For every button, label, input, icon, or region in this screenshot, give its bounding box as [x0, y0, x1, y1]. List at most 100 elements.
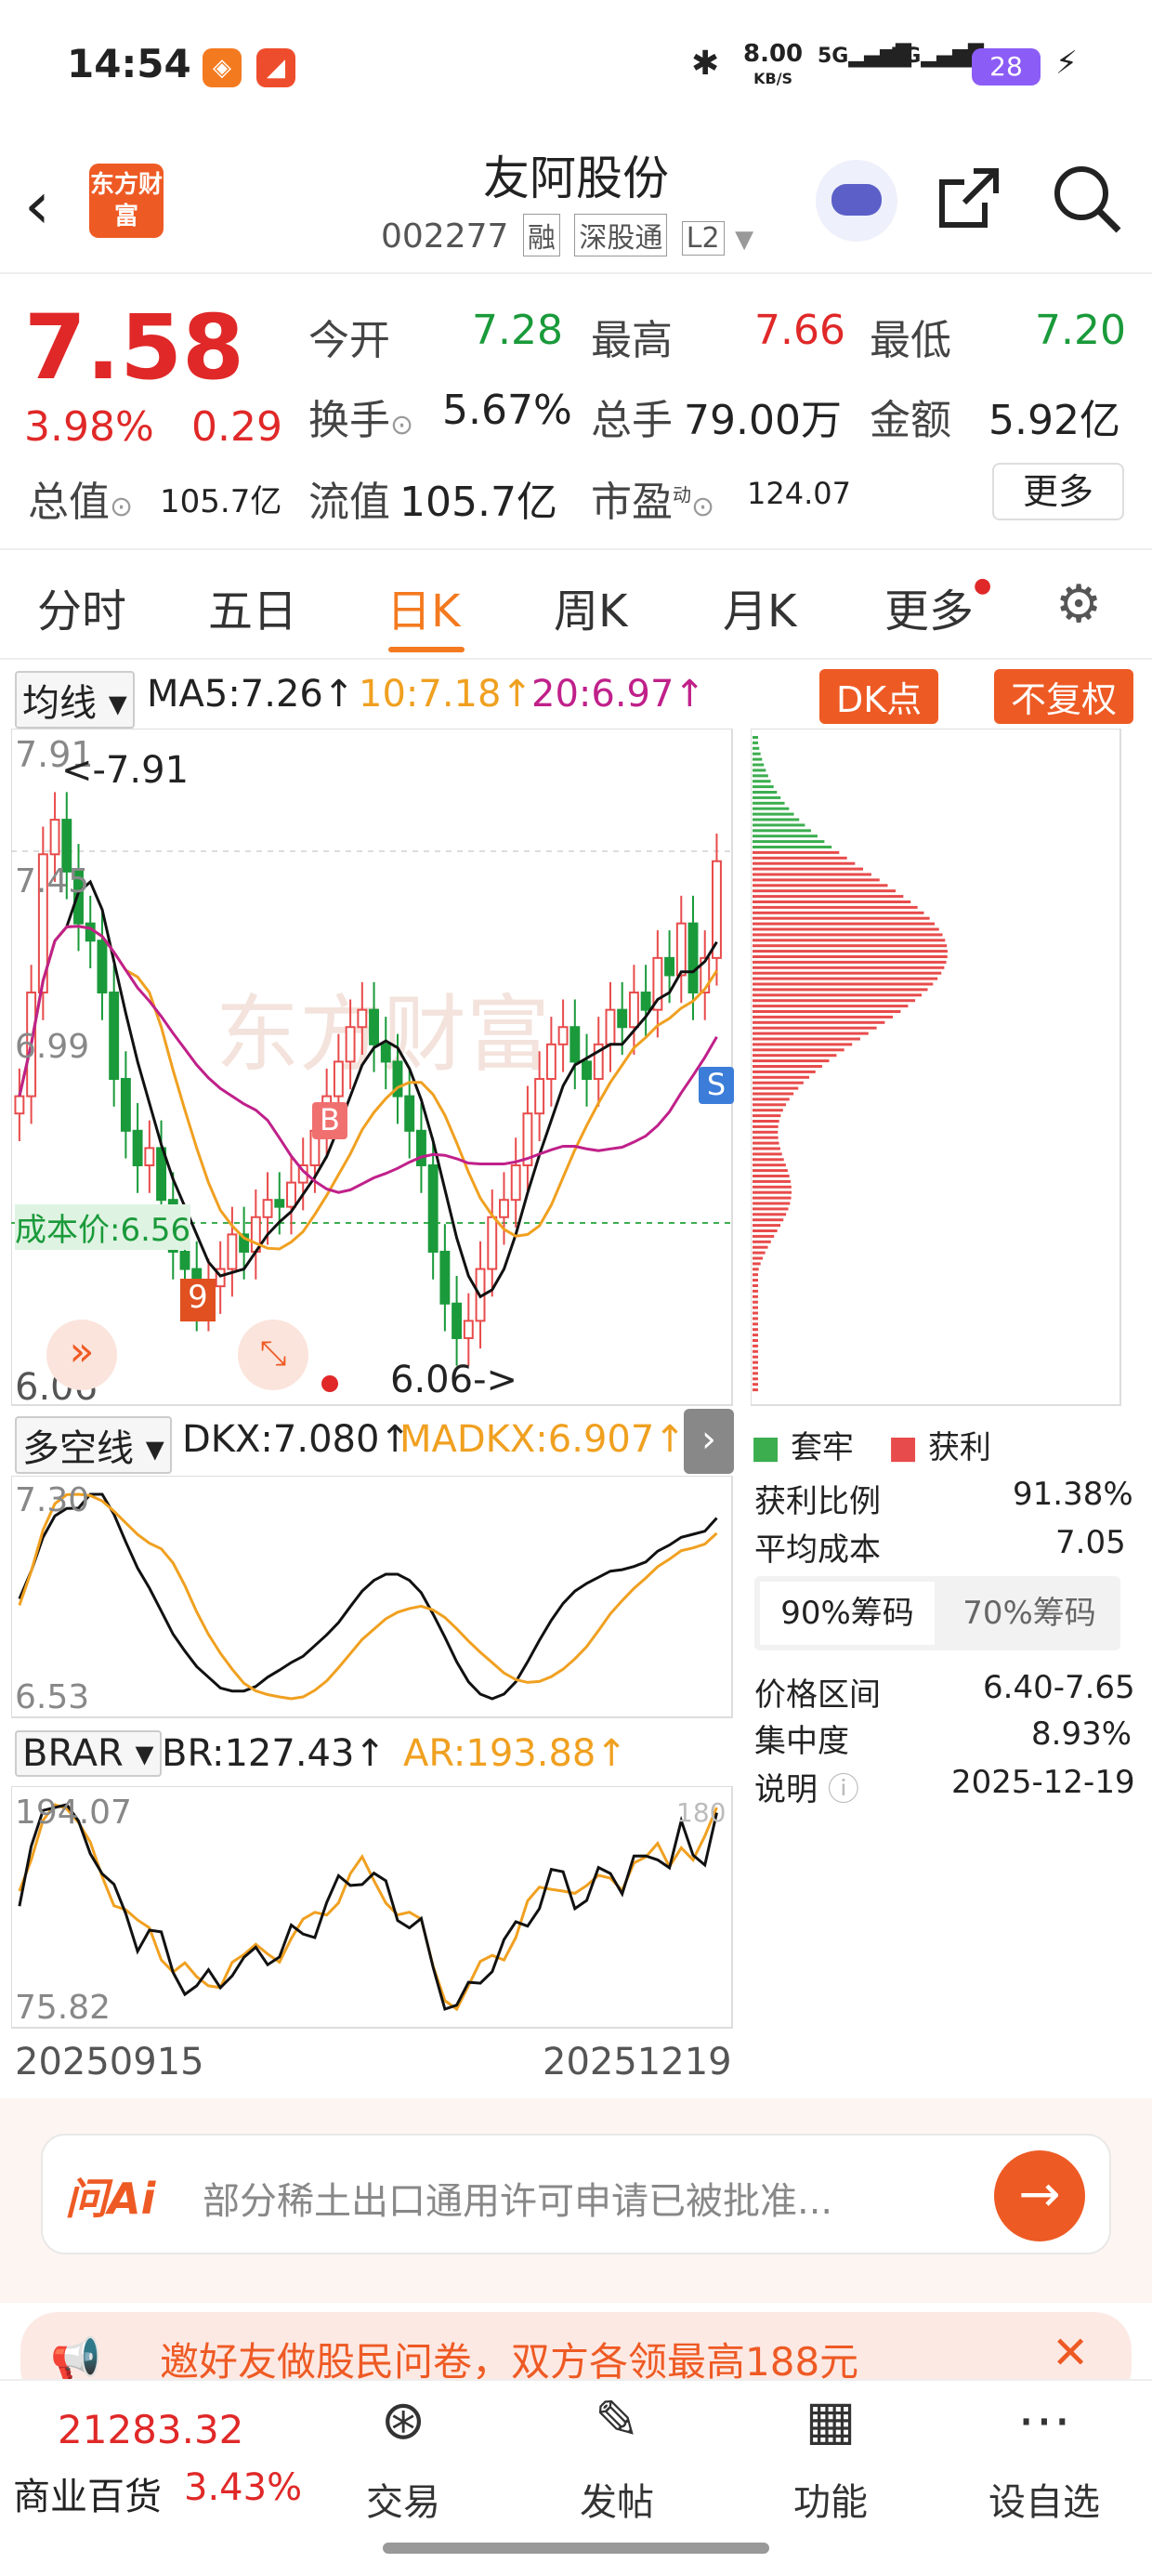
chip-bar: [753, 1169, 788, 1173]
avg-cost-label: 平均成本: [754, 1531, 881, 1569]
nav-watchlist[interactable]: 设自选: [951, 2472, 1137, 2526]
dkx-selector[interactable]: 多空线 ▾: [15, 1416, 172, 1474]
chip-bar: [753, 1054, 837, 1058]
chevron-right-icon[interactable]: ›: [684, 1409, 734, 1474]
chip-bar: [753, 1141, 779, 1145]
index-name[interactable]: 商业百货: [13, 2466, 162, 2520]
chip-bar: [753, 769, 766, 772]
settings-gear-icon[interactable]: ⚙: [1055, 574, 1102, 635]
dkx-value: DKX:7.080↑: [182, 1418, 411, 1461]
profit-ratio-label: 获利比例: [754, 1483, 881, 1520]
candle-body: [415, 1129, 426, 1166]
chip-bar: [753, 850, 840, 854]
chip-bar: [753, 1300, 758, 1304]
tab-chip-70[interactable]: 70%筹码: [942, 1582, 1117, 1645]
mktcap-label: 总值⊙: [28, 479, 134, 526]
tab-more[interactable]: 更多●: [884, 574, 991, 639]
nav-post[interactable]: 发帖: [524, 2472, 710, 2526]
fullscreen-icon[interactable]: ⤡: [238, 1320, 308, 1390]
candle-body: [380, 1043, 391, 1063]
close-icon[interactable]: ✕: [1052, 2327, 1089, 2379]
index-value[interactable]: 21283.32: [58, 2407, 243, 2452]
tab-chip-90[interactable]: 90%筹码: [760, 1582, 935, 1645]
chip-bar: [753, 1026, 877, 1030]
chip-bar: [753, 752, 761, 756]
expand-left-icon[interactable]: »: [46, 1320, 117, 1390]
chip-bar: [753, 1075, 810, 1079]
back-icon[interactable]: ‹: [24, 167, 50, 243]
chip-bar: [753, 960, 947, 964]
ma-selector[interactable]: 均线 ▾: [15, 671, 135, 729]
candle-body: [333, 1060, 344, 1097]
chip-bar: [753, 1256, 763, 1260]
dk-point-button[interactable]: DK点: [819, 669, 939, 724]
chip-bar: [753, 1360, 758, 1364]
concentration-label: 集中度: [754, 1723, 849, 1760]
chip-bar: [753, 829, 811, 833]
cost-price-label: 成本价:6.56: [15, 1204, 191, 1250]
nav-trade[interactable]: 交易: [310, 2472, 496, 2526]
chip-bar: [753, 1032, 869, 1035]
index-pct[interactable]: 3.43%: [184, 2466, 302, 2509]
tab-monthly-k[interactable]: 月K: [723, 574, 796, 639]
float-value: 105.7亿: [399, 479, 557, 526]
tab-weekly-k[interactable]: 周K: [554, 574, 627, 639]
candle-body: [286, 1181, 296, 1208]
ask-ai-prompt[interactable]: 部分稀土出口通用许可申请已被批准...: [203, 2171, 964, 2225]
tab-intraday[interactable]: 分时: [37, 574, 126, 639]
candle-body: [569, 1026, 581, 1063]
candle-body: [109, 992, 120, 1081]
chip-bar: [753, 977, 938, 980]
ar-value: AR:193.88↑: [403, 1732, 627, 1775]
chip-bar: [753, 785, 774, 789]
trade-icon[interactable]: ⊛: [310, 2388, 496, 2451]
signal-5g-icon-2: 5G▂▄▆█: [890, 45, 985, 68]
candle-body: [510, 1163, 521, 1202]
search-icon[interactable]: [1052, 164, 1122, 234]
date-start: 20250915: [15, 2041, 204, 2083]
candle-body: [640, 992, 651, 1011]
candle-body: [274, 1199, 285, 1208]
tab-5day[interactable]: 五日: [208, 574, 297, 639]
brar-selector[interactable]: BRAR ▾: [15, 1730, 162, 1777]
chevron-down-icon: ▼: [735, 226, 754, 254]
note-label[interactable]: 说明 ⓘ: [754, 1764, 859, 1809]
chip-bar: [753, 1109, 783, 1112]
price-range-value: 6.40-7.65: [983, 1669, 1135, 1706]
sell-signal-badge: S: [699, 1067, 734, 1104]
candle-body: [664, 956, 675, 977]
kline-chart[interactable]: 东方财富: [11, 729, 734, 1407]
chip-bar: [753, 1059, 830, 1063]
chip-bar: [753, 1158, 784, 1162]
profit-ratio-value: 91.38%: [1013, 1476, 1133, 1513]
chip-bar: [753, 736, 758, 739]
chip-bar: [753, 944, 948, 948]
pe-label: 市盈动⊙: [591, 479, 715, 526]
float-label: 流值: [308, 479, 390, 526]
more-fields-button[interactable]: 更多: [992, 463, 1124, 520]
nav-functions[interactable]: 功能: [738, 2472, 923, 2526]
share-icon[interactable]: [936, 165, 1001, 230]
kline-low-marker: 6.06->: [390, 1359, 518, 1401]
arrow-right-icon[interactable]: →: [994, 2150, 1085, 2241]
chip-bar: [753, 878, 880, 882]
charging-icon: ⚡: [1055, 45, 1078, 82]
stock-code-line[interactable]: 002277 融 深股通 L2 ▼: [381, 214, 753, 256]
functions-grid-icon[interactable]: ▦: [738, 2388, 923, 2451]
adjust-button[interactable]: 不复权: [994, 669, 1134, 724]
chip-bar: [753, 763, 765, 767]
chip-bar: [753, 1185, 792, 1189]
tab-daily-k[interactable]: 日K: [386, 574, 460, 639]
post-edit-icon[interactable]: ✎: [524, 2388, 710, 2451]
tag-margin: 融: [522, 214, 560, 256]
chip-bar: [753, 835, 818, 838]
ask-ai-logo: 问Ai: [65, 2174, 156, 2224]
candle-body: [452, 1302, 463, 1339]
robot-assistant-icon[interactable]: [816, 160, 897, 242]
chip-bar: [753, 807, 790, 810]
candle-body: [345, 1026, 356, 1063]
chip-distribution-chart: [751, 729, 1121, 1406]
price-range-label: 价格区间: [754, 1676, 881, 1714]
more-dots-icon[interactable]: ⋯: [951, 2388, 1137, 2451]
chip-bar: [753, 1251, 766, 1255]
